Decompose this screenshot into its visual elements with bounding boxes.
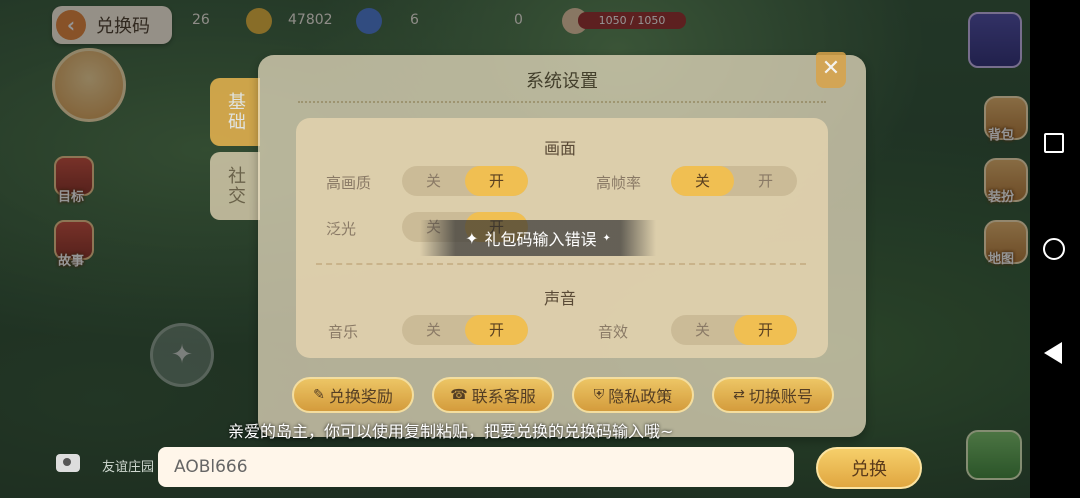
redeem-code-input[interactable] bbox=[158, 447, 794, 487]
camera-icon[interactable] bbox=[56, 454, 80, 472]
redeem-submit-button[interactable]: 兑换 bbox=[816, 447, 922, 489]
headset-icon: ☎ bbox=[450, 387, 468, 403]
high-quality-toggle[interactable]: 关 开 bbox=[402, 166, 528, 196]
setting-label-high-framerate: 高帧率 bbox=[596, 174, 642, 192]
section-divider bbox=[316, 263, 806, 265]
toggle-on[interactable]: 开 bbox=[734, 166, 797, 196]
section-title-display: 画面 bbox=[544, 139, 577, 158]
redeem-hint: 亲爱的岛主，你可以使用复制粘贴，把要兑换的兑换码输入哦~ bbox=[228, 422, 674, 441]
tab-social[interactable]: 社交 bbox=[210, 152, 260, 220]
system-nav-bar bbox=[1030, 0, 1080, 498]
toggle-on[interactable]: 开 bbox=[465, 315, 528, 345]
friend-manor-label[interactable]: 友谊庄园 bbox=[102, 456, 154, 475]
toggle-off[interactable]: 关 bbox=[402, 166, 465, 196]
action-label: 切换账号 bbox=[748, 387, 813, 406]
action-label: 兑换奖励 bbox=[328, 387, 393, 406]
pencil-icon: ✎ bbox=[313, 387, 325, 403]
toast-message: 礼包码输入错误 bbox=[484, 230, 597, 249]
high-framerate-toggle[interactable]: 关 开 bbox=[671, 166, 797, 196]
toggle-off[interactable]: 关 bbox=[671, 166, 734, 196]
title-divider bbox=[298, 101, 826, 103]
action-label: 隐私政策 bbox=[608, 387, 673, 406]
home-icon[interactable] bbox=[1043, 238, 1065, 260]
toggle-on[interactable]: 开 bbox=[465, 166, 528, 196]
redeem-reward-button[interactable]: ✎ 兑换奖励 bbox=[292, 377, 414, 413]
switch-account-button[interactable]: ⇄ 切换账号 bbox=[712, 377, 834, 413]
setting-label-high-quality: 高画质 bbox=[326, 174, 372, 192]
toggle-off[interactable]: 关 bbox=[402, 315, 465, 345]
sparkle-icon: ✦ bbox=[465, 228, 479, 248]
section-title-sound: 声音 bbox=[544, 289, 577, 308]
error-toast: ✦ 礼包码输入错误 ✦ bbox=[420, 220, 656, 256]
tab-basic[interactable]: 基础 bbox=[210, 78, 260, 146]
dialog-title: 系统设置 bbox=[526, 71, 598, 92]
toggle-off[interactable]: 关 bbox=[671, 315, 734, 345]
setting-label-bloom: 泛光 bbox=[326, 220, 357, 238]
sparkle-icon: ✦ bbox=[602, 232, 611, 244]
back-icon[interactable] bbox=[1044, 342, 1062, 364]
swap-icon: ⇄ bbox=[733, 387, 745, 403]
recent-apps-icon[interactable] bbox=[1044, 133, 1064, 153]
close-button[interactable]: ✕ bbox=[816, 52, 846, 88]
setting-label-sound-effects: 音效 bbox=[598, 323, 629, 341]
setting-label-music: 音乐 bbox=[328, 323, 359, 341]
shield-icon: ⛨ bbox=[593, 387, 605, 403]
music-toggle[interactable]: 关 开 bbox=[402, 315, 528, 345]
toggle-on[interactable]: 开 bbox=[734, 315, 797, 345]
sound-effects-toggle[interactable]: 关 开 bbox=[671, 315, 797, 345]
action-label: 联系客服 bbox=[471, 387, 536, 406]
privacy-policy-button[interactable]: ⛨ 隐私政策 bbox=[572, 377, 694, 413]
contact-support-button[interactable]: ☎ 联系客服 bbox=[432, 377, 554, 413]
